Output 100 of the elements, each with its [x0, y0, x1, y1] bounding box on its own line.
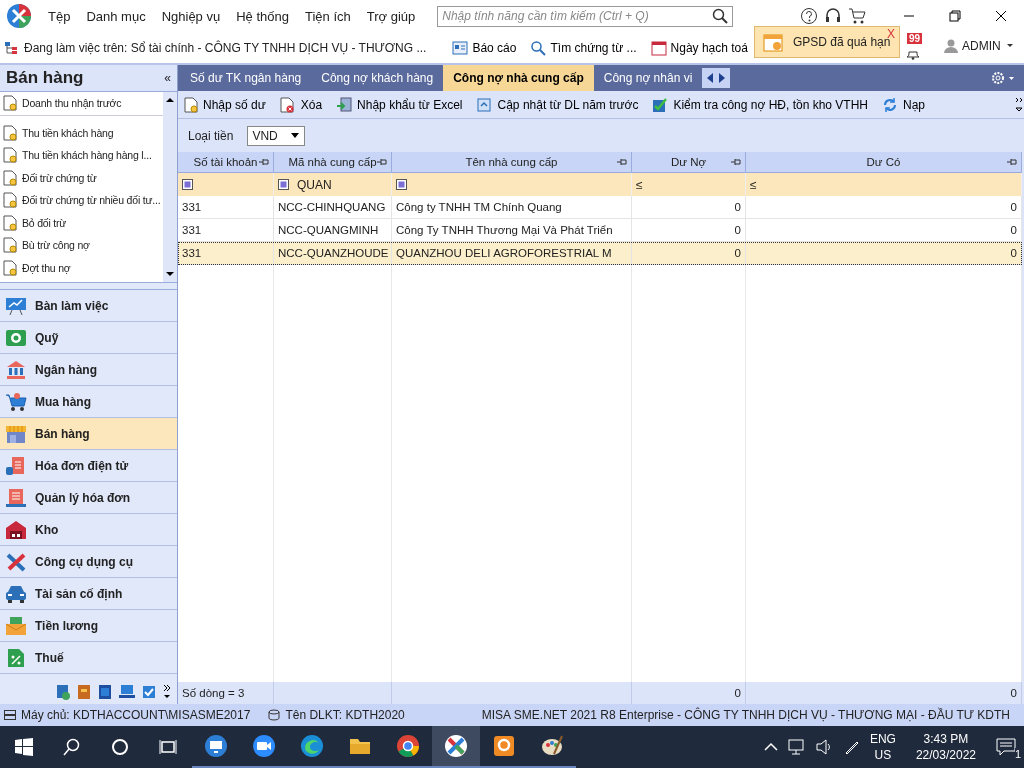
document-icon	[3, 192, 17, 209]
table-row[interactable]: 331 NCC-QUANZHOUDE QUANZHOU DELI AGROFORESTRIAL M 0 0	[178, 242, 1022, 265]
region-text[interactable]: US	[874, 747, 892, 763]
start-icon[interactable]	[15, 738, 33, 756]
presentation-board-icon	[5, 295, 27, 316]
module-item[interactable]: Công cụ dụng cụ	[0, 546, 177, 578]
filter-square-icon[interactable]	[278, 179, 289, 190]
paint-palette-app-icon[interactable]	[540, 734, 564, 758]
table-cell: 0	[734, 247, 741, 259]
table-cell: 0	[734, 224, 741, 236]
hierarchy-icon	[4, 40, 18, 55]
filter-operator[interactable]: ≤	[750, 177, 757, 192]
menu-item[interactable]: Hệ thống	[228, 8, 297, 24]
filter-value[interactable]: QUAN	[297, 177, 332, 192]
action-button[interactable]: Nhập khẩu từ Excel	[336, 96, 463, 113]
bell-icon[interactable]	[904, 48, 922, 60]
settings-icon[interactable]	[990, 70, 1016, 86]
language-text[interactable]: ENG	[869, 731, 896, 747]
round-browser-app-icon[interactable]	[396, 734, 420, 758]
more-icon[interactable]	[163, 684, 171, 700]
module-item[interactable]: Quản lý hóa đơn	[0, 482, 177, 514]
clock-time[interactable]: 3:43 PM	[923, 731, 969, 747]
caret-up-icon[interactable]	[763, 742, 778, 752]
colored-x-app-icon[interactable]	[444, 734, 468, 758]
overflow-icon[interactable]	[1014, 95, 1024, 114]
pin-icon[interactable]	[731, 158, 741, 166]
help-icon[interactable]	[800, 7, 818, 25]
table-cell: NCC-QUANZHOUDE	[278, 247, 389, 259]
action-button[interactable]: Kiểm tra công nợ HĐ, tồn kho VTHH	[652, 96, 869, 113]
filter-operator[interactable]: ≤	[636, 177, 643, 192]
table-row[interactable]: 331 NCC-CHINHQUANG Công ty TNHH TM Chính Quang 0 0	[178, 196, 1022, 219]
tab-left-icon[interactable]	[706, 73, 715, 83]
total-cell: 0	[734, 687, 741, 699]
menu-item[interactable]: Danh mục	[78, 8, 154, 24]
sidebar-item[interactable]: Thu tiền khách hàng hàng l...	[22, 149, 152, 162]
search-field[interactable]: Nhập tính năng cần tìm kiếm (Ctrl + Q)	[437, 5, 734, 27]
action-button[interactable]: Nạp	[882, 96, 926, 113]
module-item[interactable]: Kho	[0, 514, 177, 546]
table-cell: NCC-CHINHQUANG	[278, 201, 386, 213]
module-item[interactable]: Quỹ	[0, 322, 177, 354]
tab[interactable]: Công nợ nhà cung cấp	[443, 65, 594, 91]
column-header[interactable]: Dư Nợ	[670, 156, 706, 168]
close-icon[interactable]	[995, 10, 1007, 22]
action-button[interactable]: Cập nhật từ DL năm trước	[476, 96, 639, 113]
circle-icon[interactable]	[111, 738, 129, 756]
pin-icon[interactable]	[617, 158, 627, 166]
sidebar-item[interactable]: Bù trừ công nợ	[22, 239, 90, 252]
sidebar-item[interactable]: Doanh thu nhận trước	[22, 97, 122, 110]
laptop-invoice-icon	[5, 487, 27, 508]
pin-icon[interactable]	[377, 158, 387, 166]
menu-item[interactable]: Tiện ích	[296, 8, 359, 24]
menu-item[interactable]: Trợ giúp	[358, 8, 424, 24]
pin-icon[interactable]	[1007, 158, 1017, 166]
server-icon	[4, 709, 16, 721]
module-item[interactable]: Ngân hàng	[0, 354, 177, 386]
clock-date[interactable]: 22/03/2022	[915, 747, 976, 763]
module-item[interactable]: Bàn làm việc	[0, 290, 177, 322]
database-icon	[268, 709, 281, 721]
task-view-icon[interactable]	[159, 738, 177, 756]
tab[interactable]: Số dư TK ngân hàng	[180, 65, 312, 91]
module-item[interactable]: Tài sản cố định	[0, 578, 177, 610]
document-icon	[3, 237, 17, 254]
tab-right-icon[interactable]	[718, 73, 727, 83]
toolbar-button[interactable]: Ngày hạch toá	[646, 37, 752, 58]
user-menu[interactable]: ADMIN	[944, 39, 1015, 53]
pen-icon[interactable]	[843, 739, 860, 755]
action-button[interactable]: Xóa	[279, 96, 323, 113]
headset-icon[interactable]	[824, 7, 842, 25]
cart-icon[interactable]	[848, 7, 866, 25]
menu-item[interactable]: Nghiệp vụ	[153, 8, 229, 24]
sidebar-item[interactable]: Đợt thu nợ	[22, 261, 71, 274]
action-button[interactable]: Nhập số dư	[184, 96, 266, 113]
column-header[interactable]: Dư Có	[866, 156, 901, 168]
pdf-app-icon[interactable]	[492, 734, 516, 758]
sidebar-item[interactable]: Bỏ đối trừ	[22, 216, 67, 229]
module-item[interactable]: Tiền lương	[0, 610, 177, 642]
restore-icon[interactable]	[949, 10, 961, 22]
filter-square-icon[interactable]	[396, 179, 407, 190]
pin-icon[interactable]	[259, 158, 269, 166]
notification-center-icon[interactable]	[996, 738, 1016, 756]
sidebar-item[interactable]: Đối trừ chứng từ	[22, 171, 97, 184]
tab[interactable]: Công nợ nhân vi	[593, 65, 703, 91]
sidebar-item[interactable]: Thu tiền khách hàng	[22, 126, 114, 139]
module-item[interactable]: Thuế	[0, 642, 177, 674]
caret-icon	[290, 132, 301, 139]
browser-swirl-app-icon[interactable]	[300, 734, 324, 758]
video-camera-app-icon[interactable]	[252, 734, 276, 758]
filter-square-icon[interactable]	[182, 179, 193, 190]
toolbar-button[interactable]: Báo cáo	[448, 38, 521, 57]
module-item[interactable]: Bán hàng	[0, 418, 177, 450]
tab[interactable]: Công nợ khách hàng	[311, 65, 444, 91]
network-icon[interactable]	[787, 739, 806, 755]
module-item[interactable]: Hóa đơn điện tử	[0, 450, 177, 482]
monitor-app-icon[interactable]	[204, 734, 228, 758]
menu-item[interactable]: Tệp	[40, 8, 79, 24]
search-icon[interactable]	[63, 738, 81, 756]
toolbar-button[interactable]: Tìm chứng từ ...	[526, 37, 641, 58]
collapse-button[interactable]: «	[164, 71, 171, 85]
currency-dropdown[interactable]: VND	[247, 125, 306, 146]
sidebar-item[interactable]: Đối trừ chứng từ nhiều đối tư...	[22, 194, 161, 207]
